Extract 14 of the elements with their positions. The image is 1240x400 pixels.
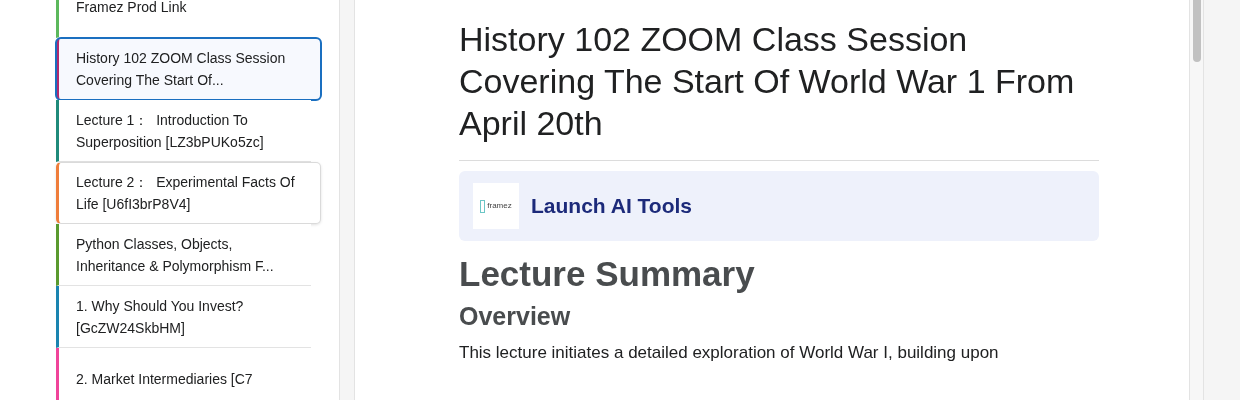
section-heading: Lecture Summary — [459, 253, 756, 295]
sidebar-item[interactable]: Python Classes, Objects, Inheritance & Polymorphism F... — [56, 224, 311, 286]
scrollbar-thumb[interactable] — [1192, 0, 1201, 62]
logo-text: framez — [487, 200, 512, 212]
launch-link[interactable]: Launch AI Tools — [531, 190, 692, 222]
sidebar-item[interactable]: History 102 ZOOM Class Session Covering The Start Of... — [56, 38, 321, 100]
sidebar-item[interactable]: Lecture 2： Experimental Facts Of Life [U6fI3brP8V4] — [56, 162, 321, 224]
sidebar-item[interactable]: Framez Prod Link — [56, 0, 311, 38]
logo-frame-icon — [480, 199, 486, 213]
page-title: History 102 ZOOM Class Session Covering The Start Of World War 1 From April 20th — [459, 18, 1099, 161]
section-subheading: Overview — [459, 301, 572, 331]
summary-paragraph: This lecture initiates a detailed exploration of World War I, building upon — [459, 342, 1000, 364]
sidebar-item[interactable]: 1. Why Should You Invest? [GcZW24SkbHM] — [56, 286, 311, 348]
sidebar-item[interactable]: Lecture 1： Introduction To Superposition [LZ3bPUKo5zc] — [56, 100, 311, 162]
